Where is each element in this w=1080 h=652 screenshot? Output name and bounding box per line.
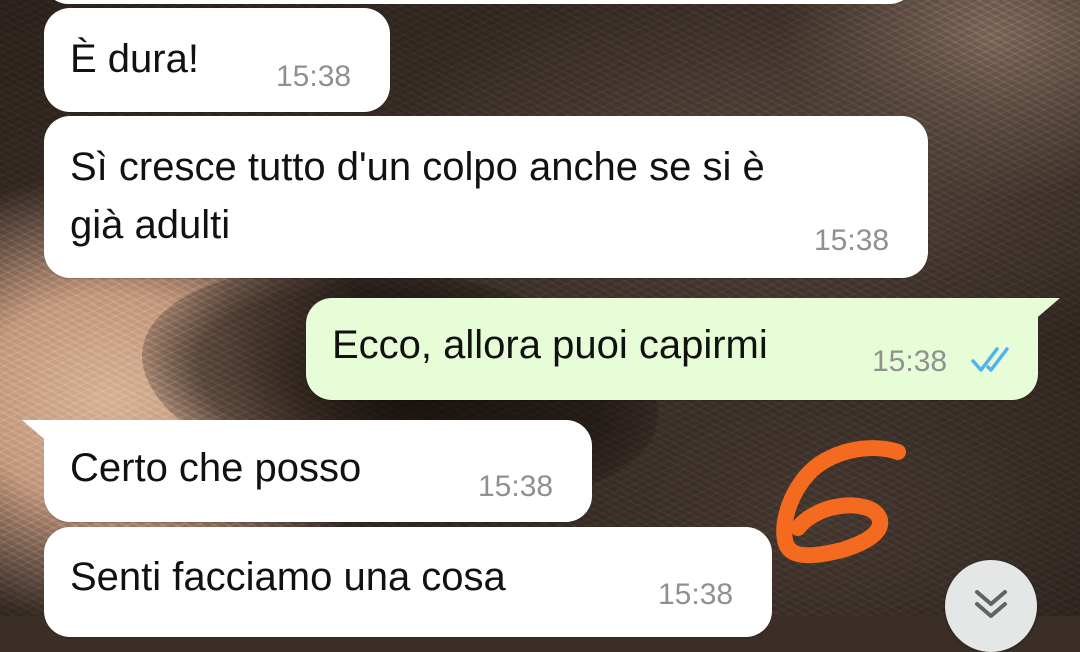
previous-message-bubble-edge [44,0,914,4]
double-chevron-down-icon [975,590,1007,618]
message-bubble-incoming[interactable]: Senti facciamo una cosa 15:38 [44,527,772,637]
message-text: Sì cresce tutto d'un colpo anche se si è… [70,145,765,247]
message-bubble-incoming[interactable]: Certo che posso 15:38 [22,420,592,522]
message-timestamp: 15:38 [814,224,890,257]
message-list[interactable]: È dura! 15:38 Sì cresce tutto d'un colpo… [0,0,1080,652]
message-text: Certo che posso [70,446,362,490]
message-timestamp: 15:38 [872,345,948,378]
message-bubble-outgoing[interactable]: Ecco, allora puoi capirmi 15:38 [306,298,1060,400]
bubble-tail [22,420,50,444]
scroll-to-bottom-button[interactable] [945,560,1037,652]
message-timestamp: 15:38 [658,578,734,611]
message-text: Ecco, allora puoi capirmi [332,323,768,367]
message-text: Senti facciamo una cosa [70,555,506,599]
message-timestamp: 15:38 [478,470,554,503]
message-bubble-incoming[interactable]: È dura! 15:38 [44,8,390,112]
bubble-tail [1032,298,1060,322]
double-check-icon [971,347,1009,372]
message-text: È dura! [70,37,199,81]
handwritten-number-annotation [776,440,906,564]
message-timestamp: 15:38 [276,60,352,93]
message-bubble-incoming[interactable]: Sì cresce tutto d'un colpo anche se si è… [44,116,928,278]
